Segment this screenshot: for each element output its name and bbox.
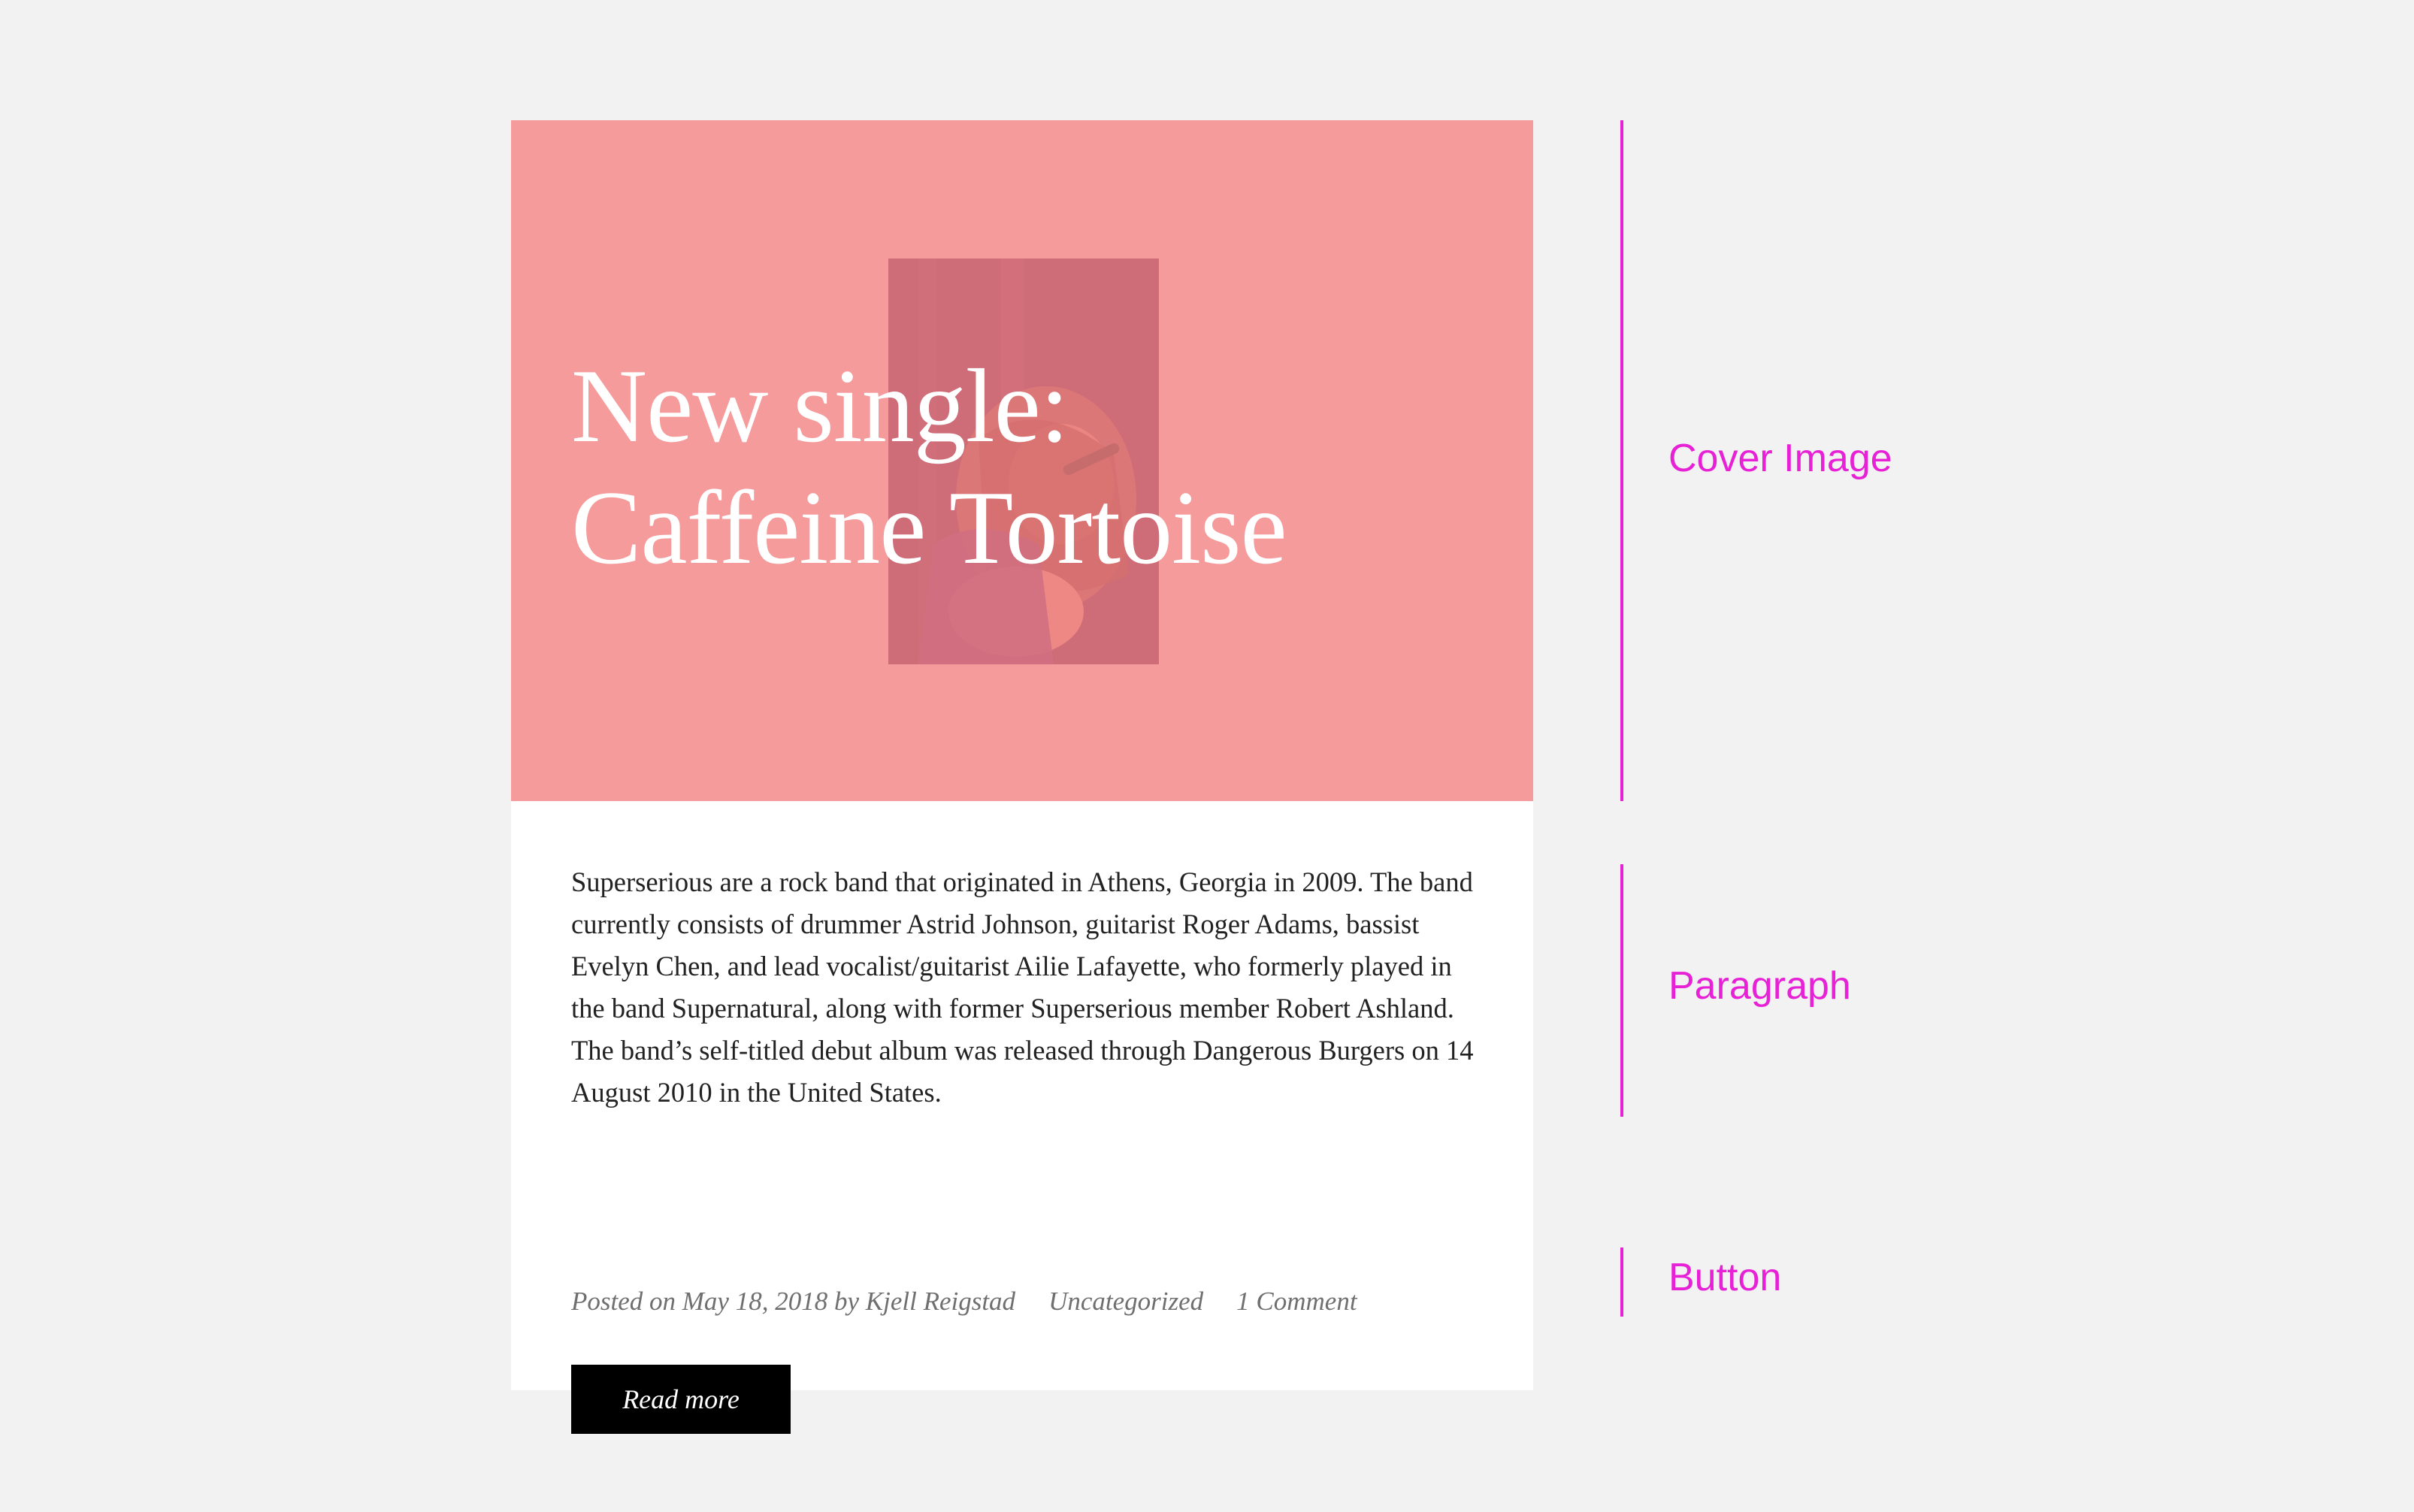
comments-link[interactable]: 1 Comment: [1236, 1287, 1357, 1316]
cover-image-block: New single: Caffeine Tortoise: [511, 120, 1533, 801]
button-annotation-label: Button: [1668, 1256, 1782, 1299]
posted-on-label: Posted on: [571, 1287, 676, 1316]
cover-title: New single: Caffeine Tortoise: [571, 346, 1473, 589]
cover-title-line-1: New single:: [571, 348, 1069, 464]
post-date-link[interactable]: May 18, 2018: [682, 1287, 827, 1316]
paragraph-annotation-label: Paragraph: [1668, 964, 1851, 1008]
paragraph: Superserious are a rock band that origin…: [571, 866, 1474, 1108]
paragraph-annotation-line: [1620, 864, 1623, 1117]
cover-title-line-2: Caffeine Tortoise: [571, 470, 1287, 586]
author-link[interactable]: Kjell Reigstad: [866, 1287, 1015, 1316]
category-link[interactable]: Uncategorized: [1048, 1287, 1203, 1316]
post-card: New single: Caffeine Tortoise Superserio…: [511, 120, 1533, 1434]
post-meta: Posted on May 18, 2018 by Kjell Reigstad…: [571, 1282, 1357, 1321]
read-more-button[interactable]: Read more: [571, 1365, 791, 1434]
cover-annotation-label: Cover Image: [1668, 437, 1892, 480]
button-annotation-line: [1620, 1247, 1623, 1317]
cover-annotation-line: [1620, 120, 1623, 801]
by-label: by: [833, 1287, 860, 1316]
